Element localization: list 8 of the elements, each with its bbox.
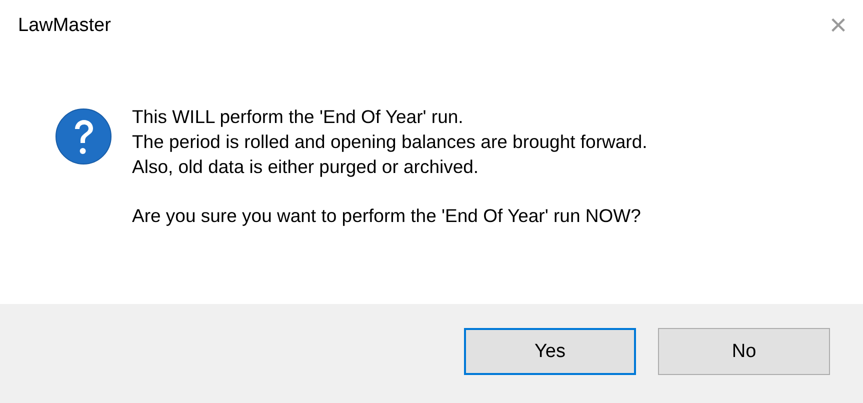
dialog-button[interactable]: Yes bbox=[464, 328, 636, 375]
question-text: Are you sure you want to perform the 'End Of Year' run NOW? bbox=[132, 204, 642, 228]
message-line: The period is rolled and opening balances are brought forward. bbox=[132, 130, 648, 154]
message-line: This WILL perform the 'End Of Year' run. bbox=[132, 105, 464, 129]
window-title: LawMaster bbox=[18, 15, 111, 37]
dialog-button[interactable]: No bbox=[658, 328, 830, 375]
message-line: Also, old data is either purged or archived. bbox=[132, 155, 480, 179]
question-icon bbox=[55, 108, 112, 165]
